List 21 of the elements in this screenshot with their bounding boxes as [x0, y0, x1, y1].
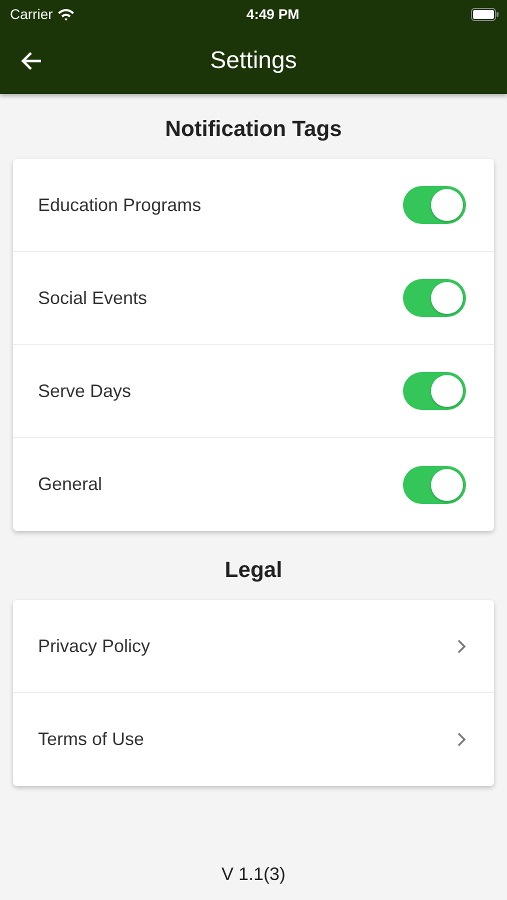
menu-row[interactable]: Privacy Policy: [13, 600, 494, 693]
toggle-switch[interactable]: [403, 186, 466, 224]
setting-label: General: [38, 473, 102, 496]
version-label: V 1.1(3): [220, 863, 287, 886]
wifi-icon: [56, 8, 75, 20]
section-heading: Notification Tags: [164, 115, 343, 143]
carrier-label: Carrier: [10, 4, 53, 24]
chevron-right-icon: [457, 732, 466, 747]
back-arrow-icon[interactable]: [20, 51, 42, 71]
battery-icon: [470, 8, 499, 20]
toggle-switch[interactable]: [403, 279, 466, 317]
section-heading: Legal: [224, 556, 284, 584]
chevron-right-icon: [457, 638, 466, 654]
setting-label: Education Programs: [38, 194, 202, 217]
screen-title: Settings: [210, 46, 297, 76]
setting-label: Social Events: [38, 286, 148, 310]
status-time: 4:49 PM: [246, 4, 300, 24]
menu-row[interactable]: Terms of Use: [13, 693, 494, 786]
setting-label: Serve Days: [38, 380, 132, 403]
toggle-switch[interactable]: [403, 372, 466, 410]
toggle-switch[interactable]: [403, 466, 466, 504]
